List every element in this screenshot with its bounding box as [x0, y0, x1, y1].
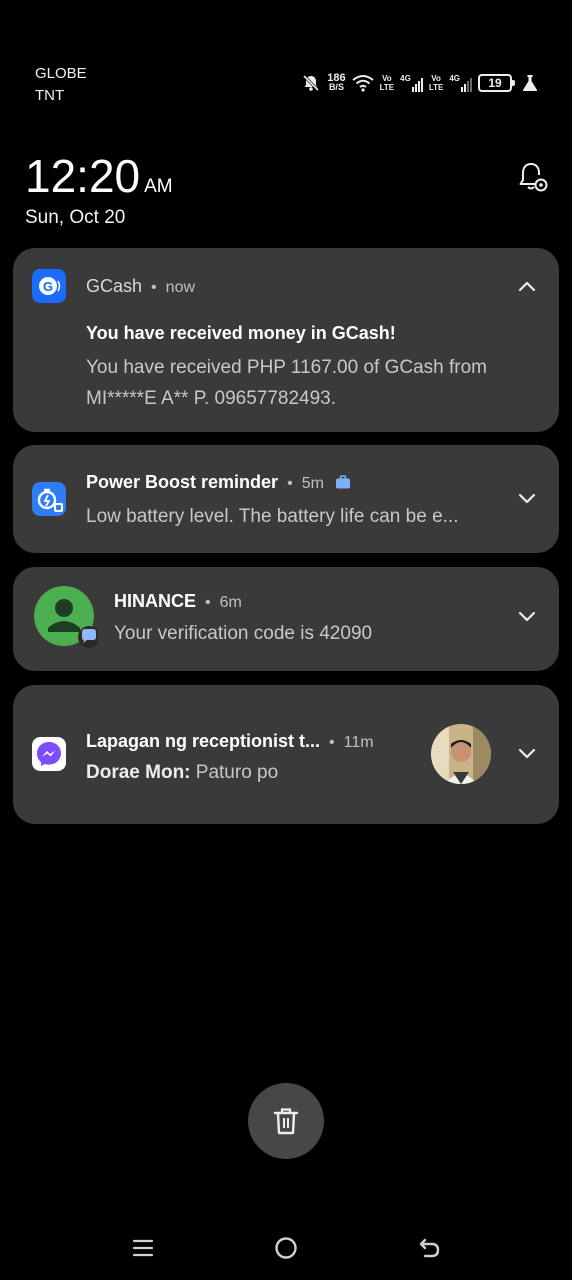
- notification-header: Power Boost reminder • 5m: [86, 470, 351, 496]
- work-briefcase-icon: [335, 475, 350, 489]
- signal-icon-2: 4G: [449, 74, 472, 92]
- separator-dot: •: [205, 594, 211, 611]
- volte-top: Vo: [382, 74, 392, 83]
- contact-avatar-icon: [34, 586, 98, 648]
- notification-header: GCash • now: [86, 274, 195, 300]
- notification-time: now: [165, 279, 196, 296]
- notification-header: Lapagan ng receptionist t... • 11m: [86, 729, 374, 755]
- net-speed-unit: B/S: [328, 82, 344, 92]
- notification-title: HINANCE: [114, 591, 197, 611]
- carrier-label: GLOBE TNT: [35, 63, 87, 107]
- nav-home-button[interactable]: [266, 1232, 306, 1264]
- clock-date: Sun, Oct 20: [25, 207, 126, 228]
- svg-text:G: G: [43, 279, 53, 294]
- notification-body: Low battery level. The battery life can …: [86, 506, 459, 527]
- net-type-label-2: 4G: [449, 74, 460, 83]
- notification-time: 11m: [343, 734, 374, 751]
- message-sender: Dorae Mon:: [86, 762, 191, 783]
- messenger-app-icon: [32, 737, 66, 771]
- notification-messenger[interactable]: Lapagan ng receptionist t... • 11m Dorae…: [13, 685, 559, 824]
- notification-title: You have received money in GCash!: [86, 323, 396, 343]
- clock-ampm: AM: [144, 176, 173, 197]
- expand-chevron-icon[interactable]: [517, 610, 537, 624]
- net-speed: 186 B/S: [327, 73, 345, 92]
- notification-body: You have received PHP 1167.00 of GCash f…: [86, 352, 487, 414]
- carrier-line-1: GLOBE: [35, 65, 87, 82]
- nav-back-button[interactable]: [409, 1232, 449, 1264]
- notification-body-line-2: MI*****E A** P. 09657782493.: [86, 388, 337, 409]
- flask-icon: [522, 75, 538, 91]
- clear-all-button[interactable]: [248, 1083, 324, 1159]
- back-icon: [419, 1238, 440, 1258]
- nav-recents-button[interactable]: [123, 1232, 163, 1264]
- notification-power-boost[interactable]: Power Boost reminder • 5m Low battery le…: [13, 445, 559, 553]
- notification-gcash[interactable]: G GCash • now You have received money in…: [13, 248, 559, 432]
- expand-chevron-icon[interactable]: [517, 492, 537, 506]
- status-icons: 186 B/S Vo LTE 4G Vo LTE 4G 19: [301, 68, 538, 98]
- notification-time: 5m: [301, 475, 324, 492]
- notification-time: 6m: [219, 594, 242, 611]
- mute-bell-icon: [303, 74, 320, 92]
- carrier-line-2: TNT: [35, 87, 65, 104]
- clock: 12:20 AM: [25, 148, 173, 204]
- notification-body: Dorae Mon: Paturo po: [86, 757, 278, 788]
- volte-top-2: Vo: [431, 74, 441, 83]
- notification-title: Power Boost reminder: [86, 472, 279, 492]
- gcash-app-icon: G: [32, 269, 66, 303]
- volte-badge-2: Vo LTE: [429, 74, 444, 92]
- battery-icon: 19: [478, 74, 515, 92]
- expand-chevron-icon[interactable]: [517, 747, 537, 761]
- message-text: Paturo po: [195, 762, 279, 783]
- sender-avatar: [431, 724, 491, 784]
- home-icon: [275, 1237, 297, 1259]
- trash-icon: [273, 1108, 299, 1135]
- notification-header: HINANCE • 6m: [114, 589, 242, 615]
- separator-dot: •: [287, 475, 293, 492]
- volte-badge-1: Vo LTE: [380, 74, 395, 92]
- app-name: GCash: [86, 276, 143, 296]
- signal-icon-1: 4G: [400, 74, 423, 92]
- recents-icon: [132, 1239, 154, 1257]
- lock-screen: GLOBE TNT 186 B/S Vo LTE 4G Vo LTE 4G 19…: [0, 0, 572, 1280]
- notification-body-line-1: You have received PHP 1167.00 of GCash f…: [86, 357, 488, 378]
- wifi-icon: [352, 75, 374, 92]
- collapse-chevron-icon[interactable]: [517, 279, 537, 293]
- notification-body: Your verification code is 42090: [114, 623, 373, 644]
- volte-bottom: LTE: [379, 83, 395, 92]
- volte-bottom-2: LTE: [428, 83, 444, 92]
- separator-dot: •: [151, 279, 157, 296]
- separator-dot: •: [329, 734, 335, 751]
- net-type-label: 4G: [400, 74, 411, 83]
- notification-settings-icon[interactable]: [516, 160, 550, 194]
- power-boost-app-icon: [32, 482, 66, 516]
- conversation-title: Lapagan ng receptionist t...: [86, 731, 321, 751]
- clock-time: 12:20: [25, 150, 141, 202]
- notification-hinance[interactable]: HINANCE • 6m Your verification code is 4…: [13, 567, 559, 671]
